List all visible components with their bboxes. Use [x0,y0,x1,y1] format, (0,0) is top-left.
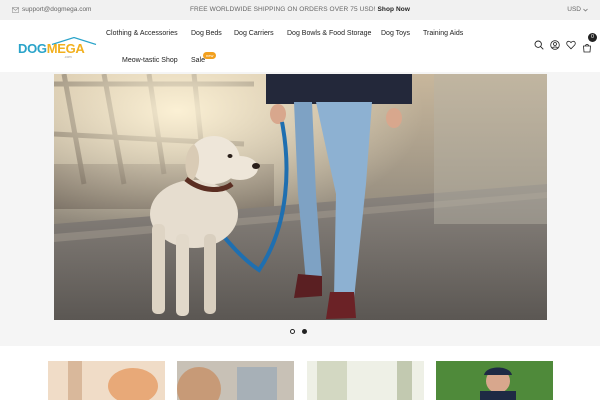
site-logo[interactable]: DOGMEGA .com [18,37,97,59]
logo-text-dog: DOG [18,41,47,56]
slider-pagination [290,329,307,334]
shop-now-link[interactable]: Shop Now [377,6,410,13]
account-icon[interactable] [550,40,560,50]
slider-dot-1[interactable] [290,329,295,334]
category-tile-1[interactable] [48,361,165,400]
category-image-2 [177,361,294,400]
wishlist-icon[interactable] [566,40,576,50]
nav-item-training-aids[interactable]: Training Aids [423,30,463,37]
promo-message: FREE WORLDWIDE SHIPPING ON ORDERS OVER 7… [0,6,600,13]
search-icon[interactable] [534,40,544,50]
logo-text-mega: MEGA [46,41,85,56]
promo-text: FREE WORLDWIDE SHIPPING ON ORDERS OVER 7… [189,6,376,13]
nav-item-dog-beds[interactable]: Dog Beds [191,30,222,37]
category-tile-3[interactable] [307,361,424,400]
header-actions: 0 [534,33,597,53]
currency-label: USD [567,6,581,13]
category-image-4 [436,361,553,400]
main-navigation: Clothing & Accessories Dog Beds Dog Carr… [100,20,490,72]
nav-item-sale[interactable]: Sale [191,57,205,64]
cart-count-badge: 0 [588,33,597,42]
hero-illustration [54,74,547,320]
top-bar: support@dogmega.com FREE WORLDWIDE SHIPP… [0,0,600,20]
category-image-3 [307,361,424,400]
nav-item-dog-bowls[interactable]: Dog Bowls & Food Storage [287,30,371,37]
category-tile-4[interactable] [436,361,553,400]
nav-item-meow-tastic-shop[interactable]: Meow-tastic Shop [122,57,178,64]
hero-slide-image[interactable] [54,74,547,320]
nav-item-dog-toys[interactable]: Dog Toys [381,30,410,37]
nav-item-dog-carriers[interactable]: Dog Carriers [234,30,274,37]
logo-domain: .com [64,55,72,59]
logo-wordmark: DOGMEGA [18,41,85,56]
cart-icon [583,43,591,53]
category-tile-2[interactable] [177,361,294,400]
slider-dot-2[interactable] [302,329,307,334]
category-image-1 [48,361,165,400]
new-badge: new [203,52,217,59]
nav-item-clothing-accessories[interactable]: Clothing & Accessories [106,30,178,37]
chevron-down-icon [583,8,588,11]
currency-selector[interactable]: USD [567,6,588,13]
site-header: DOGMEGA .com Clothing & Accessories Dog … [0,20,600,72]
cart-button[interactable]: 0 [582,33,597,53]
